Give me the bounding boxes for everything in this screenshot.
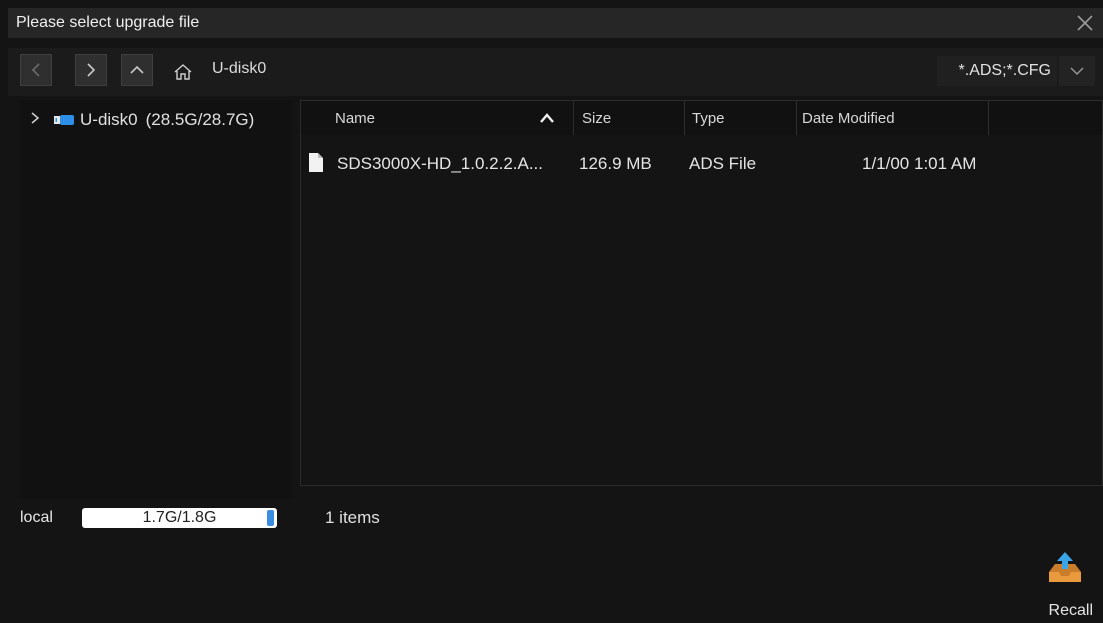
folder-tree: U-disk0 (28.5G/28.7G)	[20, 100, 292, 498]
forward-icon	[87, 63, 96, 77]
recall-icon	[1049, 552, 1081, 582]
filter-dropdown-button[interactable]	[1059, 56, 1095, 86]
close-button[interactable]	[1067, 8, 1103, 38]
dialog-titlebar: Please select upgrade file	[8, 8, 1103, 38]
item-count: 1 items	[325, 508, 380, 527]
file-list-header: Name Size Type Date Modified	[301, 101, 1102, 135]
tree-item-label: U-disk0	[80, 110, 138, 129]
storage-panel: local 1.7G/1.8G	[20, 508, 277, 528]
dialog-title: Please select upgrade file	[16, 14, 200, 31]
back-button[interactable]	[20, 54, 52, 86]
forward-button[interactable]	[75, 54, 107, 86]
column-name-label: Name	[335, 109, 376, 127]
usb-drive-icon	[54, 115, 74, 125]
column-type-label: Type	[692, 109, 725, 127]
chevron-down-icon	[1070, 67, 1084, 75]
file-row[interactable]: SDS3000X-HD_1.0.2.2.A... 126.9 MB ADS Fi…	[301, 149, 1102, 179]
storage-usage-indicator	[267, 510, 274, 526]
file-list: Name Size Type Date Modified SDS3000X-HD…	[300, 100, 1103, 486]
up-button[interactable]	[121, 54, 153, 86]
toolbar: U-disk0 *.ADS;*.CFG	[8, 48, 1103, 96]
column-divider[interactable]	[796, 101, 797, 135]
current-path: U-disk0	[212, 60, 267, 77]
column-divider[interactable]	[988, 101, 989, 135]
column-header-modified[interactable]: Date Modified	[802, 101, 982, 135]
column-header-name[interactable]: Name	[335, 101, 575, 135]
column-divider[interactable]	[573, 101, 574, 135]
file-filter-select[interactable]: *.ADS;*.CFG	[937, 56, 1057, 86]
recall-label: Recall	[1048, 602, 1093, 619]
home-icon[interactable]	[173, 62, 193, 82]
sort-ascending-icon	[540, 113, 554, 123]
storage-usage-value: 1.7G/1.8G	[142, 509, 217, 526]
close-icon	[1077, 15, 1093, 31]
recall-button[interactable]: Recall	[1037, 550, 1093, 620]
chevron-right-icon[interactable]	[30, 110, 44, 130]
back-icon	[31, 63, 40, 77]
column-modified-label: Date Modified	[802, 109, 895, 127]
file-type: ADS File	[689, 154, 757, 173]
column-header-size[interactable]: Size	[582, 101, 682, 135]
file-name: SDS3000X-HD_1.0.2.2.A...	[337, 154, 544, 173]
column-header-type[interactable]: Type	[692, 101, 792, 135]
tree-item-capacity: (28.5G/28.7G)	[145, 110, 255, 129]
storage-label: local	[20, 509, 53, 526]
up-icon	[130, 65, 144, 74]
column-divider[interactable]	[684, 101, 685, 135]
file-size: 126.9 MB	[579, 154, 652, 173]
storage-usage-bar: 1.7G/1.8G	[82, 508, 277, 528]
file-icon	[309, 153, 323, 172]
file-filter-value: *.ADS;*.CFG	[958, 62, 1051, 79]
column-size-label: Size	[582, 109, 612, 127]
tree-item-u-disk0[interactable]: U-disk0 (28.5G/28.7G)	[30, 110, 254, 130]
file-date-modified: 1/1/00 1:01 AM	[862, 154, 977, 173]
